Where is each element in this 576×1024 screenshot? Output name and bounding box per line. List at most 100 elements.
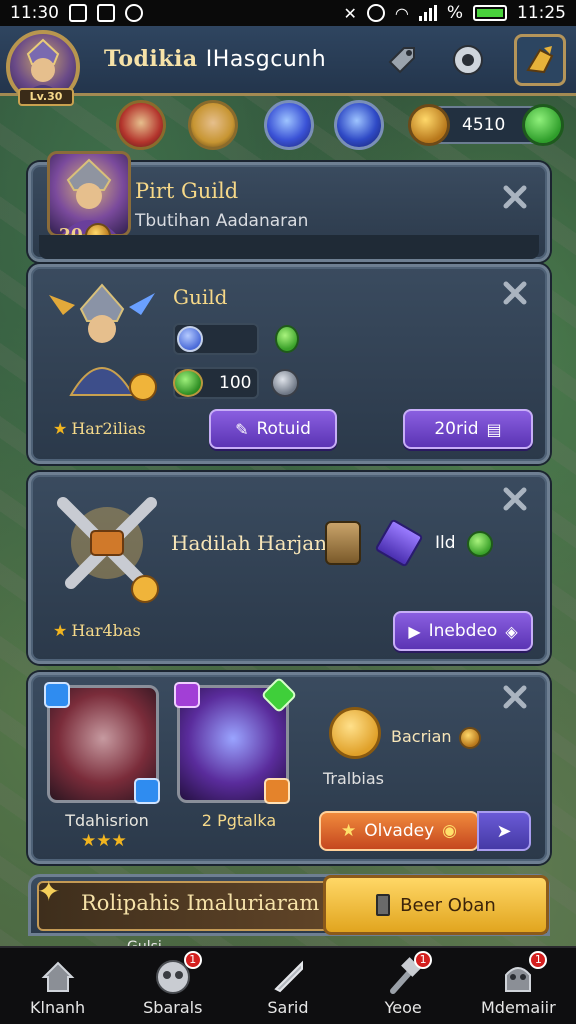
- clock-right: 11:25: [517, 3, 566, 23]
- daily-star-label: ★ Har4bas: [53, 621, 141, 640]
- guild-title: Guild: [173, 285, 228, 309]
- tablet-icon: [376, 894, 391, 916]
- nav-home[interactable]: Klnanh: [3, 947, 113, 1024]
- daily-button-label: Inebdeo: [428, 621, 498, 641]
- close-team-button[interactable]: [497, 679, 533, 715]
- guild-reward-button-label: Rotuid: [256, 419, 311, 439]
- orange-rank-icon: [264, 778, 290, 804]
- blue-orb-icon[interactable]: [264, 100, 314, 150]
- nav-social-label: Sbarals: [143, 998, 203, 1017]
- close-first-guild-button[interactable]: [497, 179, 533, 215]
- guild-reward-button[interactable]: ✎ Rotuid: [209, 409, 337, 449]
- close-icon: [503, 281, 527, 305]
- team-next-button[interactable]: ➤: [477, 811, 531, 851]
- blue-rank-corner-icon: [134, 778, 160, 804]
- hero-shortcut-2[interactable]: [188, 100, 238, 150]
- panel-footer-strip: [39, 235, 539, 259]
- currency-pill[interactable]: 4510: [408, 104, 564, 146]
- guild-second-button[interactable]: 20rid ▤: [403, 409, 533, 449]
- guild-star-label: ★ Har2ilias: [53, 419, 146, 438]
- scroll-icon: ▤: [486, 419, 502, 439]
- banner-star-icon: ✦: [37, 875, 61, 908]
- battery-icon: [473, 5, 507, 21]
- green-token-icon: [467, 531, 493, 557]
- green-rank-icon: [260, 676, 298, 714]
- arrow-right-icon: ➤: [496, 820, 512, 842]
- team-panel: Tdahisrion ★★★ 2 Pgtalka Bacrian Tralbia…: [28, 672, 550, 864]
- daily-title: Hadilah Harjan: [171, 531, 328, 555]
- mute-icon: ✕: [343, 3, 357, 23]
- gold-medal-icon: [329, 707, 381, 759]
- clock-left: 11:30: [10, 3, 59, 23]
- quest-button[interactable]: [514, 34, 566, 86]
- nav-forge[interactable]: 1 Yeoe: [348, 947, 458, 1024]
- guild-stars-text: Har2ilias: [71, 419, 146, 438]
- star-button-icon: ★: [341, 821, 357, 841]
- green-gem-icon: [522, 104, 564, 146]
- star-icon: ★: [53, 419, 68, 438]
- hero-1-stars: ★★★: [81, 831, 127, 851]
- team-claim-button-label: Olvadey: [364, 821, 435, 841]
- blue-rank-icon: [44, 682, 70, 708]
- hero-1-name: Tdahisrion: [65, 811, 149, 830]
- status-bar: 11:30 ✕ ◠ % 11:25: [0, 0, 576, 26]
- alarm-icon: [366, 4, 385, 22]
- resource-row: 4510: [0, 96, 576, 158]
- daily-stars-text: Har4bas: [71, 621, 141, 640]
- silver-orb-icon: [271, 369, 299, 397]
- player-name-gold: Todikia: [104, 46, 198, 72]
- banner-button-label: Beer Oban: [400, 894, 496, 916]
- top-header: Lv.30 Todikia IHasgcunh: [0, 26, 576, 106]
- daily-reward-art: [47, 487, 167, 607]
- guild-panel: Guild 100 ★ Har2ilias ✎ Rotuid 20rid ▤: [28, 264, 550, 464]
- nav-monster[interactable]: 1 Mdemaiir: [463, 947, 573, 1024]
- coin-button-icon: ◉: [442, 821, 457, 841]
- crossed-swords-icon: [57, 497, 159, 603]
- hero-card-2[interactable]: [174, 676, 298, 804]
- green-emerald-icon: [275, 325, 299, 353]
- nav-home-label: Klnanh: [30, 998, 86, 1017]
- banner-action-button[interactable]: Beer Oban: [323, 875, 549, 935]
- nav-social[interactable]: 1 Sbarals: [118, 947, 228, 1024]
- settings-button[interactable]: [442, 34, 494, 86]
- sync-icon: [125, 4, 143, 22]
- signal-icon: [418, 5, 437, 21]
- first-guild-panel: 20 Pirt Guild Tbutihan Aadanaran: [28, 151, 550, 262]
- close-guild-button[interactable]: [497, 275, 533, 311]
- shield-icon: [325, 521, 361, 565]
- hero-card-1[interactable]: [44, 682, 160, 804]
- edit-button[interactable]: [376, 34, 428, 86]
- nav-monster-label: Mdemaiir: [481, 998, 556, 1017]
- nav-social-badge: 1: [183, 951, 202, 969]
- sapphire-icon[interactable]: [334, 100, 384, 150]
- coin-small-icon: [459, 727, 481, 749]
- gear-icon: [453, 45, 483, 75]
- play-icon: ▶: [408, 621, 421, 641]
- close-icon: [503, 185, 527, 209]
- knight-portrait-icon: [62, 158, 116, 234]
- gold-coin-icon: [408, 104, 450, 146]
- crystal-icon: [177, 326, 203, 352]
- wifi-icon: ◠: [394, 3, 409, 23]
- gallery-icon: [69, 4, 87, 22]
- nav-battle[interactable]: Sarid: [233, 947, 343, 1024]
- nav-forge-badge: 1: [414, 951, 433, 969]
- quest-icon: [526, 46, 554, 74]
- first-guild-title: Pirt Guild: [135, 179, 239, 203]
- green-gem-small-icon: [173, 369, 203, 397]
- tag-icon: [388, 47, 415, 74]
- close-icon: [503, 685, 527, 709]
- house-icon: [41, 961, 75, 992]
- close-daily-button[interactable]: [497, 481, 533, 517]
- daily-item-label: Ild: [435, 533, 456, 553]
- team-claim-button[interactable]: ★ Olvadey ◉: [319, 811, 479, 851]
- close-icon: [503, 487, 527, 511]
- event-banner: ✦ Rolipahis Imaluriaram Beer Oban Gulsi: [28, 874, 550, 955]
- first-guild-subtitle: Tbutihan Aadanaran: [135, 211, 309, 231]
- shield-small-icon: ◈: [505, 621, 518, 641]
- team-reward-title: Bacrian: [391, 727, 452, 746]
- hero-shortcut-1[interactable]: [116, 100, 166, 150]
- daily-panel: Hadilah Harjan Ild ★ Har4bas ▶ Inebdeo ◈: [28, 472, 550, 664]
- sword-glyph-icon: ✎: [235, 419, 249, 439]
- daily-button[interactable]: ▶ Inebdeo ◈: [393, 611, 533, 651]
